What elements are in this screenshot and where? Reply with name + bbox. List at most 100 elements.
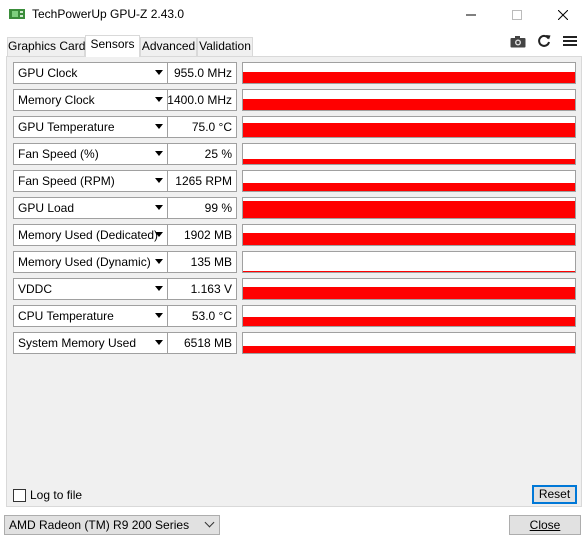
sensor-graph-fill	[243, 159, 575, 164]
sensor-graph-plot	[243, 72, 575, 83]
sensor-value: 53.0 °C	[191, 309, 232, 323]
sensor-graph	[242, 170, 576, 192]
screenshot-button[interactable]	[509, 32, 527, 50]
sensor-graph	[242, 251, 576, 273]
tab-sensors[interactable]: Sensors	[85, 35, 140, 57]
sensor-name-dropdown[interactable]: Memory Clock	[13, 89, 168, 111]
tab-validation[interactable]: Validation	[197, 37, 253, 56]
sensor-graph	[242, 143, 576, 165]
refresh-icon	[538, 34, 551, 47]
sensor-graph-fill	[243, 271, 575, 272]
sensor-value-box: 53.0 °C	[167, 305, 237, 327]
menu-button[interactable]	[561, 32, 579, 50]
gpu-selector[interactable]: AMD Radeon (TM) R9 200 Series	[4, 515, 220, 535]
sensor-name-dropdown[interactable]: Memory Used (Dedicated)	[13, 224, 168, 246]
sensor-row: Memory Clock 1400.0 MHz	[7, 84, 583, 111]
sensor-row: Fan Speed (RPM) 1265 RPM	[7, 165, 583, 192]
sensor-row: GPU Load 99 %	[7, 192, 583, 219]
sensor-value: 25 %	[204, 147, 232, 161]
sensor-row: Memory Used (Dynamic) 135 MB	[7, 246, 583, 273]
sensor-row: GPU Temperature 75.0 °C	[7, 111, 583, 138]
sensor-name-dropdown[interactable]: Memory Used (Dynamic)	[13, 251, 168, 273]
sensor-graph-fill	[243, 287, 575, 299]
maximize-button[interactable]	[494, 0, 540, 29]
log-to-file-option[interactable]: Log to file	[13, 487, 82, 503]
sensor-value: 135 MB	[190, 255, 232, 269]
close-icon	[558, 9, 568, 20]
sensor-graph-plot	[243, 317, 575, 326]
sensor-name-label: Memory Clock	[18, 93, 95, 107]
sensor-value: 1265 RPM	[175, 174, 232, 188]
sensor-name-dropdown[interactable]: VDDC	[13, 278, 168, 300]
chevron-down-icon	[204, 517, 215, 528]
sensor-value: 75.0 °C	[191, 120, 232, 134]
sensor-graph-fill	[243, 317, 575, 326]
dropdown-arrow-icon	[155, 205, 163, 210]
sensor-graph-fill	[243, 346, 575, 353]
sensor-value: 1400.0 MHz	[167, 93, 232, 107]
sensor-graph-fill	[243, 233, 575, 245]
sensor-graph-fill	[243, 123, 575, 137]
sensor-graph-fill	[243, 201, 575, 218]
sensor-value-box: 1265 RPM	[167, 170, 237, 192]
dropdown-arrow-icon	[155, 70, 163, 75]
dropdown-arrow-icon	[155, 232, 163, 237]
sensor-name-label: Fan Speed (%)	[18, 147, 99, 161]
close-window-button[interactable]	[540, 0, 586, 29]
dropdown-arrow-icon	[155, 151, 163, 156]
dropdown-arrow-icon	[155, 97, 163, 102]
sensor-name-dropdown[interactable]: Fan Speed (RPM)	[13, 170, 168, 192]
sensor-graph-fill	[243, 99, 575, 110]
sensor-name-dropdown[interactable]: GPU Clock	[13, 62, 168, 84]
window-title: TechPowerUp GPU-Z 2.43.0	[32, 7, 185, 21]
dropdown-arrow-icon	[155, 124, 163, 129]
menu-icon	[563, 36, 577, 46]
close-button-label: Close	[529, 518, 561, 532]
sensor-graph	[242, 305, 576, 327]
sensor-value-box: 6518 MB	[167, 332, 237, 354]
sensor-value-box: 135 MB	[167, 251, 237, 273]
sensor-value-box: 99 %	[167, 197, 237, 219]
dropdown-arrow-icon	[155, 259, 163, 264]
tab-graphics-card[interactable]: Graphics Card	[7, 37, 85, 56]
log-to-file-checkbox[interactable]	[13, 488, 26, 502]
sensors-panel: GPU Clock 955.0 MHz Memory Clock 1400.0 MHz…	[6, 56, 582, 507]
refresh-button[interactable]	[535, 32, 553, 50]
sensor-graph-plot	[243, 287, 575, 299]
sensor-name-dropdown[interactable]: CPU Temperature	[13, 305, 168, 327]
sensor-name-dropdown[interactable]: GPU Temperature	[13, 116, 168, 138]
title-bar: TechPowerUp GPU-Z 2.43.0	[0, 0, 587, 29]
gpu-selector-value: AMD Radeon (TM) R9 200 Series	[9, 518, 190, 532]
minimize-button[interactable]	[448, 0, 494, 29]
dropdown-arrow-icon	[155, 286, 163, 291]
sensor-row: System Memory Used 6518 MB	[7, 327, 583, 354]
sensor-value-box: 25 %	[167, 143, 237, 165]
sensor-value: 1902 MB	[183, 228, 232, 242]
sensor-value-box: 1400.0 MHz	[167, 89, 237, 111]
sensor-row: VDDC 1.163 V	[7, 273, 583, 300]
sensor-graph-plot	[243, 346, 575, 353]
sensor-name-dropdown[interactable]: GPU Load	[13, 197, 168, 219]
sensor-name-dropdown[interactable]: Fan Speed (%)	[13, 143, 168, 165]
tab-advanced[interactable]: Advanced	[140, 37, 197, 56]
sensor-name-dropdown[interactable]: System Memory Used	[13, 332, 168, 354]
maximize-icon	[512, 9, 522, 20]
sensor-row: Memory Used (Dedicated) 1902 MB	[7, 219, 583, 246]
sensor-name-label: GPU Clock	[18, 66, 78, 80]
sensor-graph-fill	[243, 72, 575, 83]
dropdown-arrow-icon	[155, 340, 163, 345]
minimize-icon	[466, 14, 476, 15]
sensor-graph-plot	[243, 159, 575, 164]
reset-button[interactable]: Reset	[532, 485, 577, 504]
sensor-value-box: 955.0 MHz	[167, 62, 237, 84]
sensor-value-box: 1902 MB	[167, 224, 237, 246]
sensor-value-box: 75.0 °C	[167, 116, 237, 138]
dropdown-arrow-icon	[155, 313, 163, 318]
sensor-name-label: GPU Load	[18, 201, 75, 215]
sensor-graph	[242, 89, 576, 111]
sensor-graph-plot	[243, 233, 575, 245]
close-button[interactable]: Close	[509, 515, 581, 535]
log-to-file-label: Log to file	[30, 488, 83, 502]
sensor-graph-plot	[243, 183, 575, 191]
sensor-graph-plot	[243, 201, 575, 218]
